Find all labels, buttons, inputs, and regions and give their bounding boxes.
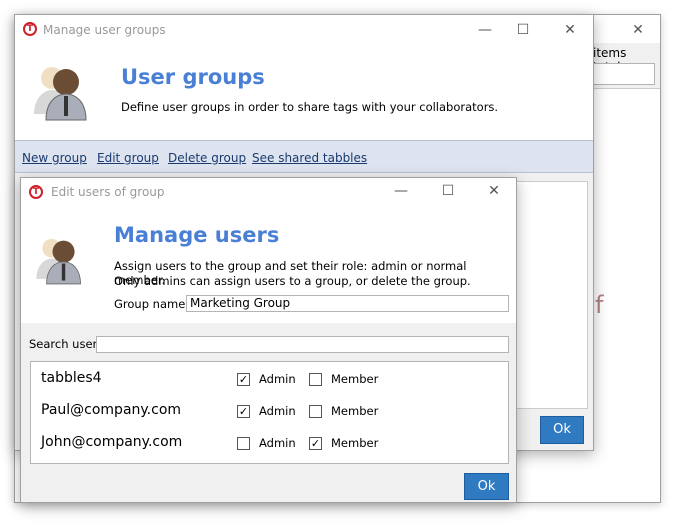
edit-users-window: T Edit users of group — ☐ ✕ Manage users… [20, 177, 517, 503]
search-user-input[interactable] [96, 336, 509, 353]
member-label: Member [331, 372, 379, 386]
users-icon [34, 67, 87, 121]
page-title: Manage users [114, 223, 280, 247]
user-row: John@company.com Admin ✓ Member [31, 434, 508, 456]
window-title: Edit users of group [51, 185, 165, 199]
admin-checkbox[interactable]: ✓ [237, 373, 250, 386]
partial-text: f [595, 291, 604, 319]
see-shared-tabbles-link[interactable]: See shared tabbles [252, 151, 367, 165]
close-icon[interactable]: ✕ [628, 21, 648, 39]
close-icon[interactable]: ✕ [484, 182, 504, 200]
member-label: Member [331, 436, 379, 450]
users-icon [36, 238, 81, 285]
user-row: tabbles4 ✓ Admin Member [31, 370, 508, 392]
minimize-icon[interactable]: — [391, 182, 411, 200]
edit-group-link[interactable]: Edit group [97, 151, 159, 165]
link-bar: New group Edit group Delete group See sh… [15, 140, 593, 173]
groups-ok-button[interactable]: Ok [540, 416, 584, 444]
title-bar: T Edit users of group — ☐ ✕ [21, 178, 516, 208]
app-logo-icon: T [23, 22, 37, 36]
new-group-link[interactable]: New group [22, 151, 87, 165]
member-label: Member [331, 404, 379, 418]
user-row: Paul@company.com ✓ Admin Member [31, 402, 508, 424]
admin-checkbox[interactable]: ✓ [237, 405, 250, 418]
page-description: Define user groups in order to share tag… [121, 100, 499, 114]
member-checkbox[interactable]: ✓ [309, 437, 322, 450]
admin-checkbox[interactable] [237, 437, 250, 450]
group-name-label: Group name [114, 297, 186, 311]
description-line-2: Only admins can assign users to a group,… [114, 274, 471, 288]
admin-label: Admin [259, 436, 296, 450]
app-logo-icon: T [29, 185, 43, 199]
user-list: tabbles4 ✓ Admin Member Paul@company.com… [30, 361, 509, 464]
user-name: tabbles4 [41, 370, 102, 386]
member-checkbox[interactable] [309, 405, 322, 418]
back-search-input[interactable] [593, 63, 655, 85]
title-bar: T Manage user groups — ☐ ✕ [15, 15, 593, 45]
delete-group-link[interactable]: Delete group [168, 151, 246, 165]
user-name: John@company.com [41, 434, 183, 450]
member-checkbox[interactable] [309, 373, 322, 386]
group-name-input[interactable]: Marketing Group [186, 295, 509, 312]
admin-label: Admin [259, 372, 296, 386]
admin-label: Admin [259, 404, 296, 418]
maximize-icon[interactable]: ☐ [513, 21, 533, 39]
users-ok-button[interactable]: Ok [464, 473, 509, 500]
user-name: Paul@company.com [41, 402, 182, 418]
window-title: Manage user groups [43, 23, 166, 37]
close-icon[interactable]: ✕ [560, 21, 580, 39]
maximize-icon[interactable]: ☐ [438, 182, 458, 200]
page-title: User groups [121, 65, 265, 89]
minimize-icon[interactable]: — [475, 21, 495, 39]
search-user-label: Search user [29, 337, 98, 351]
